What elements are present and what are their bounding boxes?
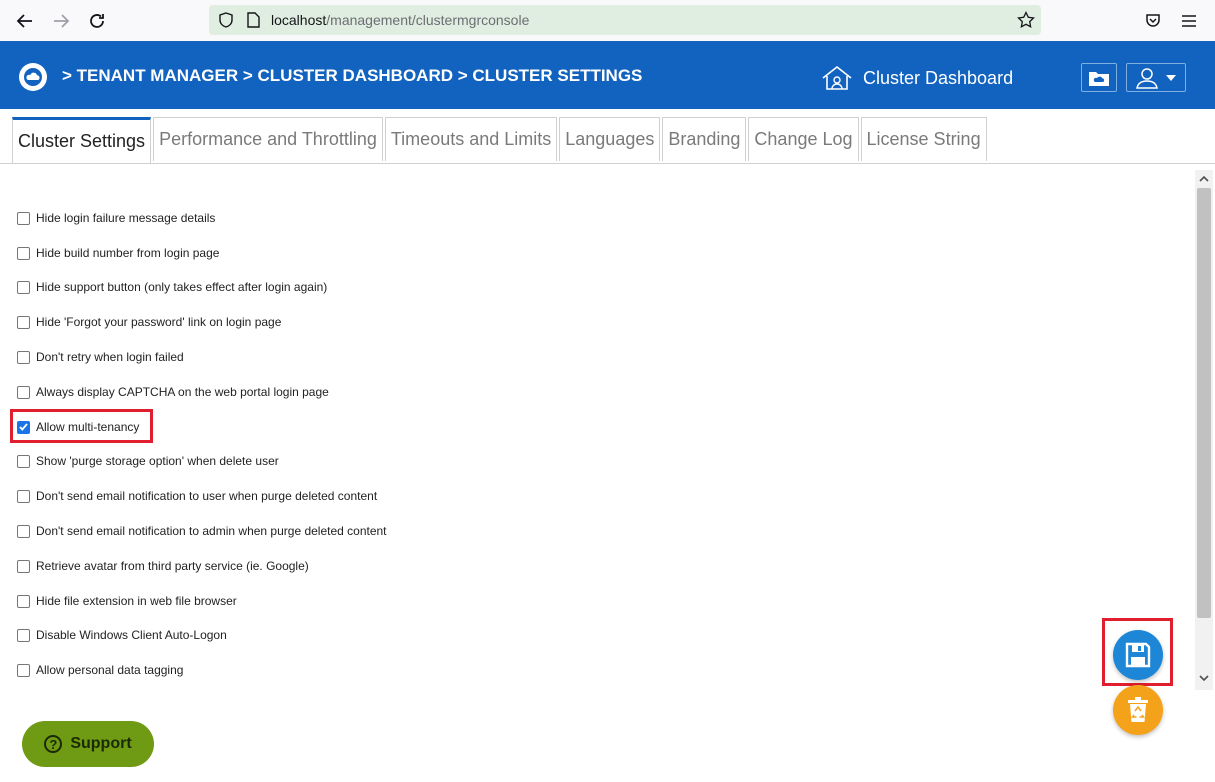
setting-checkbox[interactable]	[17, 454, 30, 468]
setting-label: Don't retry when login failed	[36, 350, 184, 364]
shield-icon	[219, 12, 233, 28]
setting-checkbox[interactable]	[17, 628, 30, 642]
save-button[interactable]	[1113, 630, 1163, 680]
support-label: Support	[70, 735, 132, 752]
setting-row[interactable]: Allow personal data tagging	[17, 660, 183, 680]
setting-row[interactable]: Hide 'Forgot your password' link on logi…	[17, 312, 281, 332]
setting-checkbox[interactable]	[17, 594, 30, 608]
setting-checkbox[interactable]	[17, 246, 30, 260]
recycle-bin-button[interactable]	[1113, 685, 1163, 735]
setting-checkbox[interactable]	[17, 663, 30, 677]
setting-checkbox[interactable]	[17, 350, 30, 364]
setting-label: Hide support button (only takes effect a…	[36, 280, 328, 294]
pocket-icon	[1146, 14, 1160, 27]
cloud-logo-icon	[24, 68, 42, 86]
scroll-down-button[interactable]	[1195, 670, 1213, 686]
setting-label: Hide file extension in web file browser	[36, 594, 237, 608]
setting-label: Hide build number from login page	[36, 246, 220, 260]
setting-row[interactable]: Hide file extension in web file browser	[17, 591, 237, 611]
tab-change-log[interactable]: Change Log	[748, 117, 859, 161]
setting-checkbox[interactable]	[17, 315, 30, 329]
setting-row[interactable]: Hide build number from login page	[17, 243, 219, 263]
reload-button[interactable]	[85, 9, 109, 33]
tab-cluster-settings[interactable]: Cluster Settings	[12, 117, 152, 163]
scroll-up-button[interactable]	[1195, 170, 1213, 186]
setting-label: Hide 'Forgot your password' link on logi…	[36, 315, 282, 329]
app-logo[interactable]	[19, 63, 47, 91]
settings-tabs: Cluster Settings Performance and Throttl…	[12, 117, 989, 163]
menu-button[interactable]	[1177, 9, 1201, 33]
setting-label: Hide login failure message details	[36, 211, 216, 225]
scroll-up-icon	[1199, 175, 1209, 182]
address-bar[interactable]: localhost/management/clustermgrconsole	[209, 5, 1041, 35]
help-circle-icon: ?	[44, 735, 63, 753]
setting-row[interactable]: Don't send email notification to admin w…	[17, 521, 387, 541]
setting-label: Show 'purge storage option' when delete …	[36, 454, 279, 468]
recycle-bin-icon	[1128, 697, 1148, 722]
page-icon	[247, 12, 260, 28]
setting-label: Disable Windows Client Auto-Logon	[36, 628, 227, 642]
setting-label: Don't send email notification to user wh…	[36, 489, 378, 503]
setting-checkbox[interactable]	[17, 524, 30, 538]
forward-arrow-icon	[54, 14, 70, 28]
breadcrumb[interactable]: > TENANT MANAGER > CLUSTER DASHBOARD > C…	[62, 66, 642, 86]
hamburger-menu-icon	[1182, 15, 1196, 27]
floppy-disk-icon	[1125, 642, 1151, 668]
pocket-button[interactable]	[1141, 9, 1165, 33]
scroll-thumb[interactable]	[1197, 188, 1211, 618]
setting-label: Allow personal data tagging	[36, 663, 184, 677]
setting-checkbox[interactable]	[17, 280, 30, 294]
cloud-folder-icon	[1089, 71, 1109, 86]
user-menu-button[interactable]	[1126, 63, 1186, 92]
cluster-dashboard-link[interactable]: Cluster Dashboard	[820, 65, 1013, 91]
caret-down-icon	[1166, 74, 1176, 81]
setting-row[interactable]: Hide login failure message details	[17, 208, 215, 228]
vertical-scrollbar[interactable]	[1195, 170, 1213, 690]
support-button[interactable]: ? Support	[22, 721, 154, 767]
setting-label: Don't send email notification to admin w…	[36, 524, 387, 538]
setting-label: Always display CAPTCHA on the web portal…	[36, 385, 329, 399]
url-text: localhost/management/clustermgrconsole	[271, 12, 530, 28]
cluster-dashboard-label: Cluster Dashboard	[863, 67, 1014, 88]
tab-branding[interactable]: Branding	[662, 117, 747, 161]
forward-button[interactable]	[49, 9, 73, 33]
setting-row[interactable]: Hide support button (only takes effect a…	[17, 277, 327, 297]
setting-row[interactable]: Disable Windows Client Auto-Logon	[17, 625, 227, 645]
tab-timeouts-and-limits[interactable]: Timeouts and Limits	[384, 117, 558, 161]
multi-tenancy-highlight-box	[10, 409, 153, 443]
setting-checkbox[interactable]	[17, 559, 30, 573]
setting-checkbox[interactable]	[17, 211, 30, 225]
tab-license-string[interactable]: License String	[860, 117, 987, 161]
reload-icon	[90, 14, 104, 28]
bookmark-star-icon[interactable]	[1017, 11, 1035, 29]
tab-performance-and-throttling[interactable]: Performance and Throttling	[153, 117, 383, 161]
setting-row[interactable]: Always display CAPTCHA on the web portal…	[17, 382, 329, 402]
setting-checkbox[interactable]	[17, 385, 30, 399]
tab-languages[interactable]: Languages	[559, 117, 661, 161]
app-header: > TENANT MANAGER > CLUSTER DASHBOARD > C…	[0, 41, 1215, 109]
back-arrow-icon	[16, 14, 32, 28]
setting-row[interactable]: Don't retry when login failed	[17, 347, 184, 367]
setting-row[interactable]: Show 'purge storage option' when delete …	[17, 451, 279, 471]
scroll-down-icon	[1199, 674, 1209, 681]
setting-row[interactable]: Retrieve avatar from third party service…	[17, 556, 309, 576]
house-icon	[822, 65, 852, 90]
back-button[interactable]	[13, 9, 37, 33]
user-icon	[1136, 67, 1158, 89]
setting-label: Retrieve avatar from third party service…	[36, 559, 309, 573]
folder-button[interactable]	[1081, 63, 1117, 92]
tab-divider	[0, 163, 1215, 164]
setting-checkbox[interactable]	[17, 489, 30, 503]
setting-row[interactable]: Don't send email notification to user wh…	[17, 486, 377, 506]
browser-toolbar: localhost/management/clustermgrconsole	[0, 0, 1215, 42]
